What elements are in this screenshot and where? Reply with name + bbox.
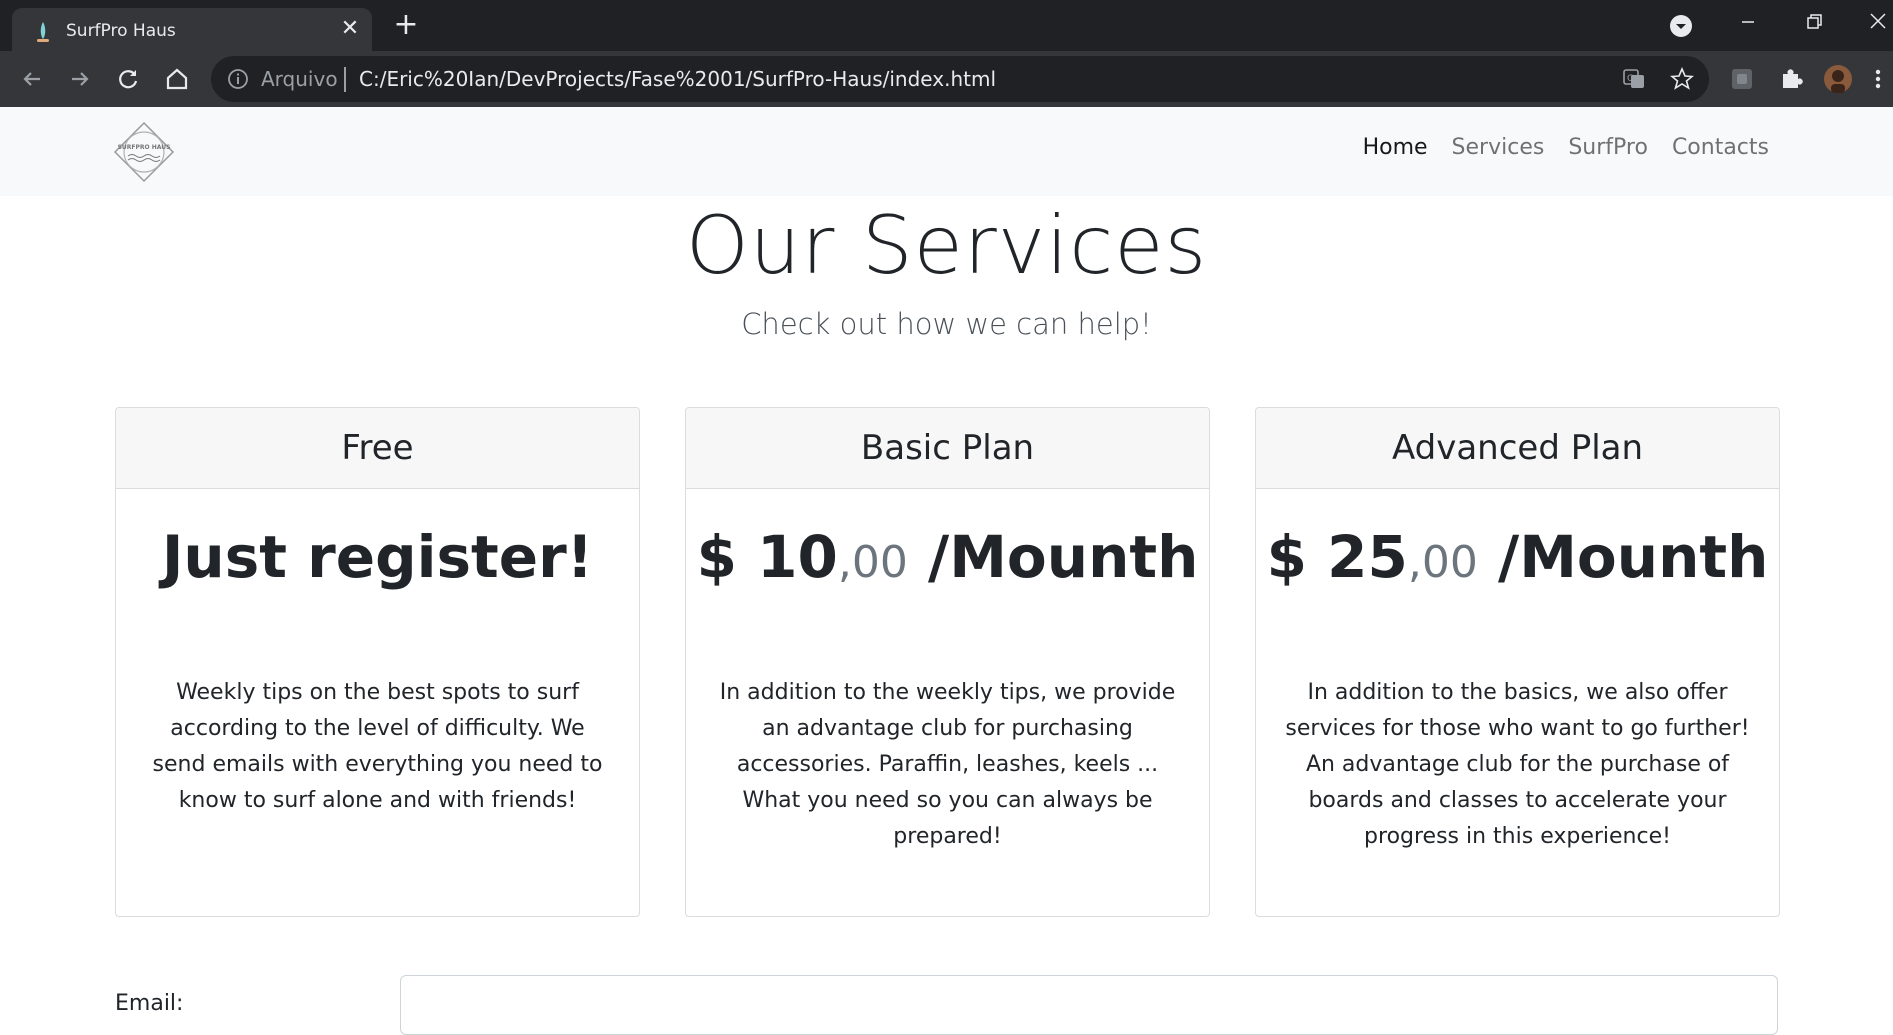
logo-text: SURFPRO HAUS [118, 144, 171, 151]
puzzle-icon[interactable] [1777, 65, 1805, 93]
menu-icon[interactable] [1872, 65, 1884, 93]
page-subtitle: Check out how we can help! [741, 307, 1152, 341]
tab-title: SurfPro Haus [66, 21, 176, 41]
omnibox-divider [344, 67, 346, 92]
web-page: SURFPRO HAUS Home Services SurfPro Conta… [0, 107, 1893, 1035]
plan-price: $ 10,00 /Mounth [686, 523, 1209, 591]
price-suffix: /Mounth [1477, 523, 1769, 591]
plan-card-free: Free Just register! Weekly tips on the b… [115, 407, 640, 917]
surfboard-favicon-icon [37, 22, 49, 42]
site-navbar: SURFPRO HAUS Home Services SurfPro Conta… [0, 107, 1893, 196]
plan-card-basic: Basic Plan $ 10,00 /Mounth In addition t… [685, 407, 1210, 917]
email-input[interactable] [400, 975, 1778, 1035]
forward-icon[interactable] [66, 65, 94, 93]
restore-icon[interactable] [1799, 10, 1829, 40]
nav-link-contacts[interactable]: Contacts [1672, 135, 1769, 160]
extension-icon[interactable] [1728, 65, 1756, 93]
star-icon[interactable] [1670, 67, 1694, 91]
main-nav: Home Services SurfPro Contacts [1363, 135, 1769, 160]
address-bar[interactable]: Arquivo C:/Eric%20Ian/DevProjects/Fase%2… [211, 56, 1709, 102]
plan-price: Just register! [116, 523, 639, 591]
nav-link-home[interactable]: Home [1363, 135, 1428, 160]
price-main: $ 10 [696, 523, 838, 591]
price-suffix: /Mounth [907, 523, 1199, 591]
new-tab-button[interactable]: + [392, 10, 420, 40]
page-title: Our Services [685, 199, 1208, 292]
nav-link-services[interactable]: Services [1452, 135, 1545, 160]
price-cents: ,00 [837, 537, 908, 588]
profile-avatar[interactable] [1824, 65, 1852, 93]
plan-name: Basic Plan [686, 408, 1209, 489]
tab-search-icon[interactable] [1669, 14, 1693, 38]
tab-close-icon[interactable]: ✕ [336, 15, 364, 43]
browser-tab-strip: SurfPro Haus ✕ + [0, 0, 1893, 51]
omnibox-label: Arquivo [261, 67, 338, 91]
browser-toolbar: Arquivo C:/Eric%20Ian/DevProjects/Fase%2… [0, 51, 1893, 107]
plan-name: Advanced Plan [1256, 408, 1779, 489]
plan-description: In addition to the weekly tips, we provi… [719, 680, 1176, 849]
price-main: $ 25 [1266, 523, 1408, 591]
plan-price: $ 25,00 /Mounth [1256, 523, 1779, 591]
reload-icon[interactable] [114, 65, 142, 93]
url-text[interactable]: C:/Eric%20Ian/DevProjects/Fase%2001/Surf… [359, 67, 996, 91]
plan-name: Free [116, 408, 639, 489]
home-icon[interactable] [163, 65, 191, 93]
price-main: Just register! [161, 523, 594, 591]
plan-description: Weekly tips on the best spots to surf ac… [152, 680, 603, 813]
minimize-icon[interactable] [1733, 10, 1763, 40]
translate-icon[interactable]: G [1622, 67, 1646, 91]
price-cents: ,00 [1407, 537, 1478, 588]
browser-tab[interactable]: SurfPro Haus ✕ [12, 8, 372, 51]
svg-text:G: G [1627, 74, 1634, 84]
plan-card-advanced: Advanced Plan $ 25,00 /Mounth In additio… [1255, 407, 1780, 917]
email-label: Email: [115, 991, 184, 1016]
close-icon[interactable] [1863, 10, 1893, 40]
plan-description: In addition to the basics, we also offer… [1285, 680, 1750, 849]
surfpro-logo[interactable]: SURFPRO HAUS [113, 121, 175, 183]
nav-link-surfpro[interactable]: SurfPro [1568, 135, 1648, 160]
info-icon[interactable] [227, 68, 249, 90]
back-icon[interactable] [18, 65, 46, 93]
